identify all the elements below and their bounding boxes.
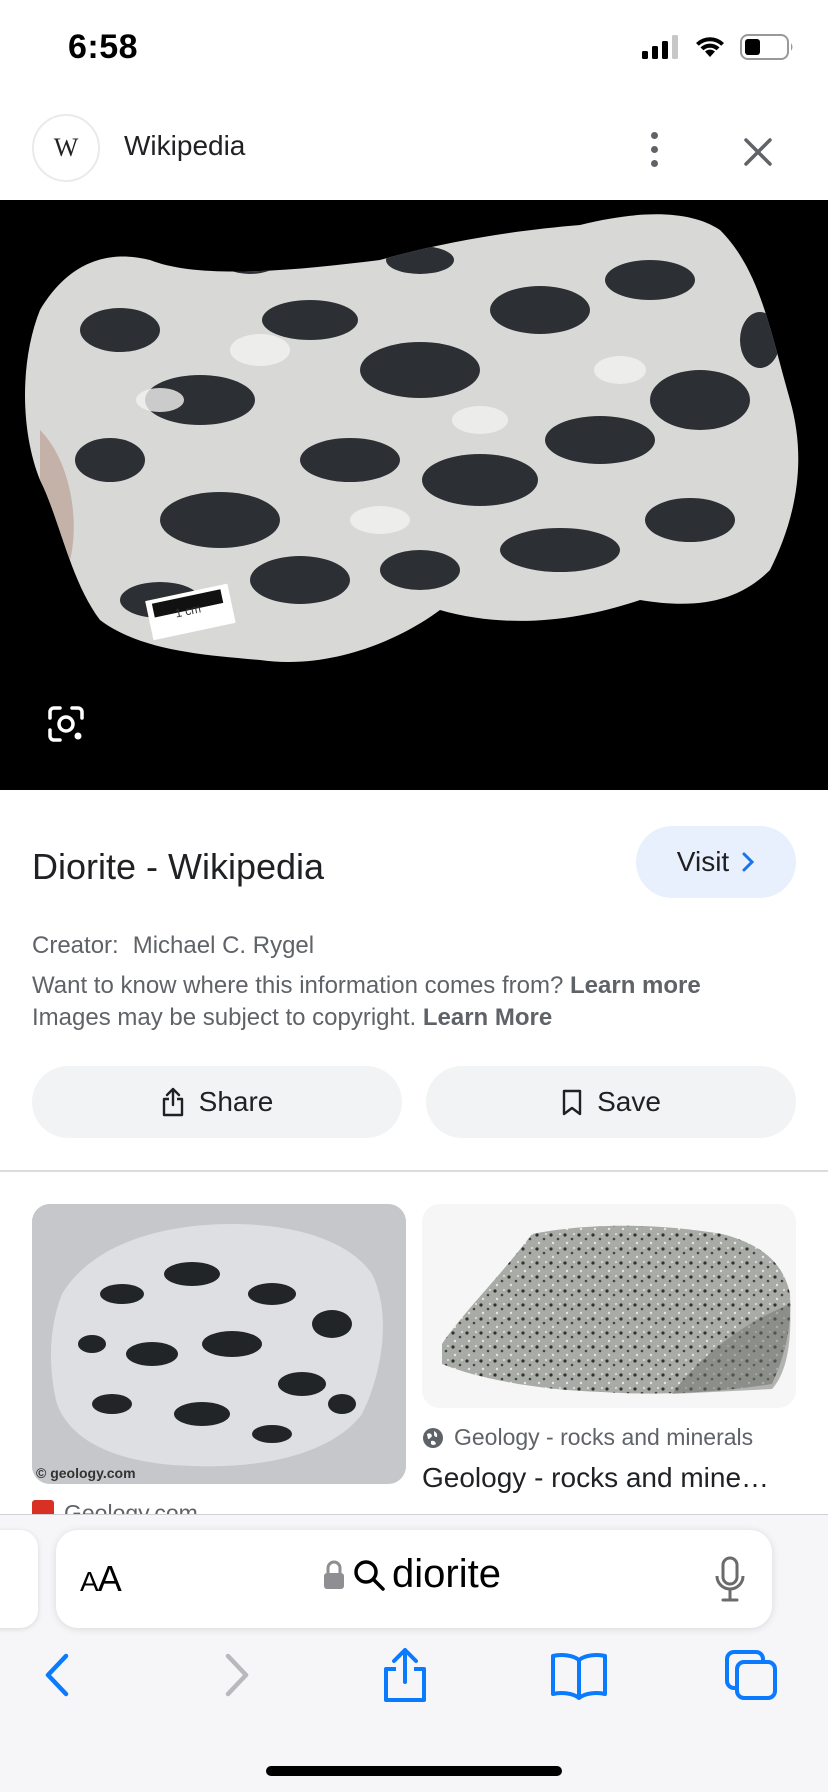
result-title[interactable]: Diorite - Wikipedia (32, 846, 324, 888)
copyright-learn-more-link[interactable]: Learn More (423, 1004, 552, 1031)
tabs-button[interactable] (716, 1640, 786, 1710)
share-icon (162, 1087, 183, 1117)
status-bar: 6:58 (0, 0, 828, 100)
save-button-label: Save (597, 1086, 661, 1117)
bookmarks-button[interactable] (544, 1640, 614, 1710)
safari-toolbar (0, 1640, 828, 1720)
more-vertical-icon (650, 131, 658, 139)
wikipedia-logo-letter: W (53, 133, 79, 162)
diorite-sample-image (32, 1204, 406, 1484)
address-bar[interactable]: AA diorite (56, 1530, 772, 1628)
visit-button[interactable]: Visit (636, 826, 796, 898)
info-source-line: Want to know where this information come… (32, 972, 701, 1000)
back-button[interactable] (22, 1640, 92, 1710)
globe-icon (423, 1427, 443, 1448)
wifi-icon (696, 37, 724, 57)
site-title[interactable]: Wikipedia (124, 130, 245, 162)
related-title-2[interactable]: Geology - rocks and mine… (422, 1462, 769, 1494)
search-icon (354, 1559, 385, 1591)
related-image-1[interactable] (32, 1204, 406, 1484)
creator-label: Creator: (32, 932, 119, 959)
signal-icon (642, 35, 678, 59)
creator-name: Michael C. Rygel (132, 932, 315, 959)
main-image[interactable]: 1 cm (0, 200, 828, 790)
creator-line: Creator: Michael C. Rygel (32, 932, 314, 960)
related-source-2[interactable]: Geology - rocks and minerals (422, 1424, 753, 1451)
tabs-icon (725, 1650, 777, 1700)
share-icon (384, 1648, 426, 1702)
related-source-2-label: Geology - rocks and minerals (454, 1424, 754, 1450)
section-divider (0, 1170, 828, 1172)
text-size-button[interactable]: AA (80, 1558, 122, 1600)
text-size-big-a: A (97, 1558, 122, 1599)
text-size-small-a: A (80, 1566, 99, 1597)
diorite-rock-image (0, 200, 828, 790)
share-button-label: Share (198, 1086, 274, 1117)
forward-button[interactable] (202, 1640, 272, 1710)
image-watermark: © geology.com (36, 1465, 136, 1481)
bookmark-icon (562, 1089, 582, 1116)
close-icon[interactable] (738, 132, 778, 172)
lock-icon (324, 1560, 344, 1589)
status-icons (642, 34, 794, 60)
forward-icon (225, 1653, 249, 1697)
related-image-2[interactable] (422, 1204, 796, 1408)
share-page-button[interactable] (370, 1640, 440, 1710)
status-time: 6:58 (68, 28, 139, 66)
microphone-icon[interactable] (714, 1556, 746, 1604)
share-button[interactable]: Share (32, 1066, 402, 1138)
chevron-right-icon (742, 852, 755, 872)
more-options-button[interactable] (636, 124, 672, 174)
save-button[interactable]: Save (426, 1066, 796, 1138)
home-indicator (266, 1766, 562, 1776)
copyright-line: Images may be subject to copyright. Lear… (32, 1004, 552, 1032)
google-lens-icon[interactable] (44, 702, 88, 746)
back-icon (45, 1653, 69, 1697)
battery-icon (740, 34, 793, 60)
info-source-text: Want to know where this information come… (32, 972, 564, 999)
bookmarks-icon (551, 1653, 607, 1700)
url-field[interactable]: diorite (322, 1552, 501, 1597)
granite-like-rock-image (422, 1204, 796, 1408)
copyright-text: Images may be subject to copyright. (32, 1004, 417, 1031)
previous-tab-peek[interactable] (0, 1530, 38, 1628)
wikipedia-logo: W (32, 114, 100, 182)
viewer-header: W Wikipedia (0, 110, 828, 200)
url-text: diorite (392, 1552, 501, 1596)
learn-more-link[interactable]: Learn more (570, 972, 701, 999)
visit-button-label: Visit (676, 846, 730, 877)
